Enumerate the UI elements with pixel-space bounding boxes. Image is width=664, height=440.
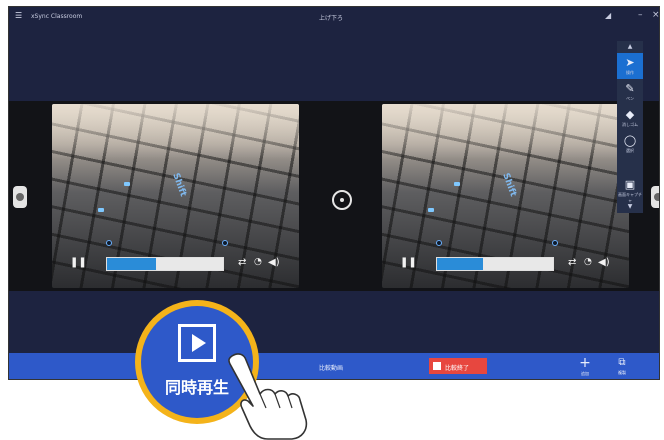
bottom-bar: 比較動画 比較終了 + 追加 ⧉ 複製: [9, 353, 659, 379]
tool-palette: ▲ ➤ 操作 ✎ ペン ◆ 消しゴム ◯ 選択 ▣ 画面キャプチャ ▼: [617, 41, 643, 213]
volume-icon[interactable]: ◀): [598, 257, 610, 268]
cursor-icon: ➤: [625, 56, 635, 69]
tool-label: ペン: [626, 96, 634, 101]
tool-select[interactable]: ➤ 操作: [617, 53, 643, 79]
close-icon[interactable]: ×: [652, 10, 659, 20]
seek-bar[interactable]: [106, 257, 224, 271]
camera-icon: ▣: [624, 178, 636, 191]
shift-key-label: Shift: [500, 171, 518, 199]
key-led: [428, 208, 434, 212]
playback-controls: ❚❚ ⇄ ◔ ◀): [400, 254, 622, 274]
loop-icon[interactable]: ⇄: [238, 257, 246, 268]
plus-icon: +: [579, 355, 591, 371]
wifi-icon: ◢: [605, 11, 612, 20]
speed-icon[interactable]: ◔: [254, 257, 262, 267]
pause-icon[interactable]: ❚❚: [400, 257, 417, 268]
play-icon: [178, 324, 216, 362]
playback-controls: ❚❚ ⇄ ◔ ◀): [70, 254, 292, 274]
end-compare-button[interactable]: 比較終了: [429, 358, 487, 374]
chevron-down-icon[interactable]: ▼: [617, 203, 643, 210]
key-led: [124, 182, 130, 186]
add-button[interactable]: + 追加: [575, 355, 595, 377]
video-left[interactable]: Shift ❚❚ ⇄ ◔ ◀): [52, 104, 299, 288]
shift-key-label: Shift: [170, 171, 188, 199]
key-led: [454, 182, 460, 186]
pen-icon: ✎: [625, 82, 635, 95]
copy-button[interactable]: ⧉ 複製: [612, 356, 632, 376]
tool-label: 操作: [626, 70, 634, 75]
left-handle-icon[interactable]: [13, 186, 27, 208]
tool-label: 消しゴム: [622, 122, 638, 127]
end-compare-label: 比較終了: [445, 365, 470, 372]
tool-pen[interactable]: ✎ ペン: [617, 79, 643, 105]
pointing-hand-icon: [228, 353, 308, 440]
copy-label: 複製: [618, 370, 626, 375]
seek-bar[interactable]: [436, 257, 554, 271]
copy-icon: ⧉: [618, 357, 626, 368]
loop-icon[interactable]: ⇄: [568, 257, 576, 268]
lasso-icon: ◯: [623, 134, 637, 147]
key-led: [98, 208, 104, 212]
tool-label: 選択: [626, 148, 634, 153]
tool-capture[interactable]: ▣ 画面キャプチャ: [617, 175, 643, 203]
app-window: ☰ xSync Classroom 上げ下ろ ◢ – × Shift ❚❚ ⇄ …: [8, 6, 660, 380]
chevron-up-icon[interactable]: ▲: [617, 43, 643, 50]
tool-lasso[interactable]: ◯ 選択: [617, 131, 643, 157]
grid-icon: [433, 362, 441, 370]
speed-icon[interactable]: ◔: [584, 257, 592, 267]
playback-marker[interactable]: [436, 240, 442, 246]
window-title: 上げ下ろ: [319, 15, 344, 22]
video-glare: [382, 104, 629, 159]
hamburger-menu-icon[interactable]: ☰: [15, 11, 22, 20]
app-title: xSync Classroom: [31, 13, 83, 20]
sync-point-icon[interactable]: [332, 190, 352, 210]
right-handle-icon[interactable]: [651, 186, 659, 208]
seek-bar-fill: [107, 258, 156, 270]
playback-marker[interactable]: [552, 240, 558, 246]
video-right[interactable]: Shift ❚❚ ⇄ ◔ ◀): [382, 104, 629, 288]
volume-icon[interactable]: ◀): [268, 257, 280, 268]
playback-marker[interactable]: [106, 240, 112, 246]
pause-icon[interactable]: ❚❚: [70, 257, 87, 268]
playback-marker[interactable]: [222, 240, 228, 246]
tool-eraser[interactable]: ◆ 消しゴム: [617, 105, 643, 131]
eraser-icon: ◆: [625, 108, 635, 121]
seek-bar-fill: [437, 258, 484, 270]
title-bar: ☰ xSync Classroom 上げ下ろ ◢ – ×: [9, 7, 659, 25]
minimize-icon[interactable]: –: [638, 10, 643, 20]
add-label: 追加: [581, 371, 589, 376]
video-glare: [52, 104, 299, 159]
